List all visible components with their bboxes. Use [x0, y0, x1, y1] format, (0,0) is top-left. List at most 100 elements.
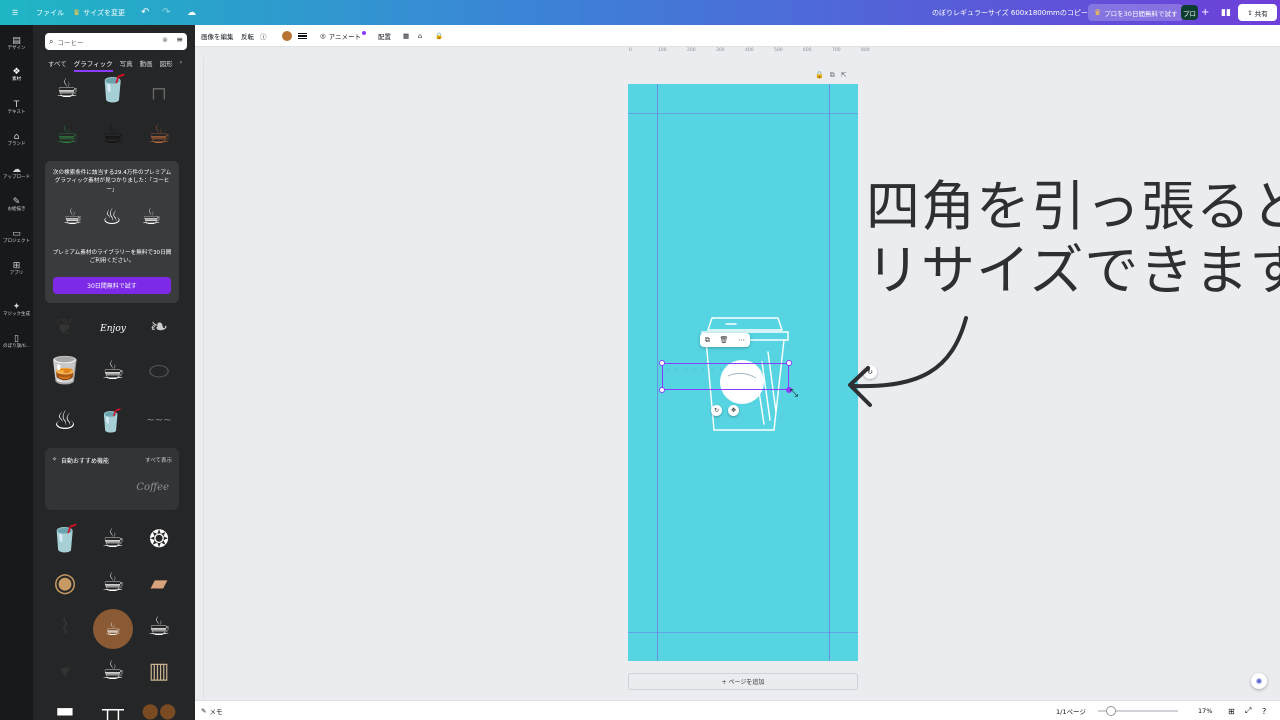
rotate-handle-icon[interactable]: ↻	[711, 405, 722, 416]
beans-pile-graphic[interactable]: ●●	[137, 695, 181, 720]
black-cup-graphic[interactable]: ☕	[91, 115, 135, 155]
espresso-graphic[interactable]: ▾	[45, 651, 85, 691]
lock-icon[interactable]: 🔒	[815, 71, 824, 80]
file-menu[interactable]: ファイル	[36, 0, 64, 25]
cup-on-plate-graphic[interactable]: ☕	[137, 607, 181, 647]
coffee-pour-graphic[interactable]: ⌇	[45, 607, 85, 647]
share-button[interactable]: ⇪ 共有	[1238, 4, 1277, 21]
coffee-circle-graphic[interactable]: ☕	[91, 607, 135, 651]
rail-item-design[interactable]: ▤ デザイン	[0, 31, 33, 57]
coffee-bean-graphic[interactable]: ⬭	[137, 351, 181, 391]
position-button[interactable]: 配置	[378, 25, 391, 47]
search-input[interactable]: ⌕ コーヒー ⊗ ≡	[45, 33, 187, 50]
guide-line	[628, 113, 858, 114]
coffee-branch-graphic[interactable]: ❧	[137, 307, 181, 347]
grid-view-icon[interactable]: ⊞	[1228, 701, 1235, 720]
iced-coffee-graphic[interactable]: 🥃	[45, 351, 85, 391]
zoom-knob[interactable]	[1106, 706, 1116, 716]
zoom-track	[1098, 706, 1178, 716]
zoom-slider[interactable]	[1098, 701, 1178, 720]
coffee-text-graphic[interactable]: ~~~	[137, 405, 181, 435]
magic-assistant-icon[interactable]: ✺	[1251, 673, 1267, 689]
coffee-plant-graphic[interactable]: ❦	[45, 307, 85, 347]
rail-item-apps[interactable]: ⊞ アプリ	[0, 256, 33, 282]
rail-item-draw[interactable]: ✎ お絵描き	[0, 192, 33, 218]
selection-box[interactable]	[662, 363, 789, 390]
tab-all[interactable]: すべて	[48, 58, 67, 72]
tab-photos[interactable]: 写真	[120, 58, 133, 72]
filter-icon[interactable]: ≡	[176, 35, 183, 44]
rail-item-magic[interactable]: ✦ マジック生成	[0, 297, 33, 323]
transparency-icon[interactable]: ▦	[403, 25, 409, 47]
document-title[interactable]: のぼりレギュラーサイズ 600x1800mmのコピー	[932, 0, 1088, 25]
lock-icon[interactable]: 🔒	[435, 25, 443, 47]
move-handle-icon[interactable]: ✥	[728, 405, 739, 416]
resize-handle-top-left[interactable]	[659, 360, 665, 366]
rail-item-elements[interactable]: ❖ 素材	[0, 62, 33, 88]
add-collaborator-icon[interactable]: +	[1201, 0, 1209, 25]
more-options-icon[interactable]: ⋯	[738, 336, 745, 344]
latte-top-graphic[interactable]: ◉	[45, 563, 85, 603]
insights-icon[interactable]: ▮▮	[1221, 0, 1231, 25]
duplicate-icon[interactable]: ⧉	[705, 336, 710, 345]
animate-button[interactable]: ◎ アニメート	[320, 25, 367, 47]
green-mug-graphic[interactable]: ☕	[45, 115, 89, 155]
menu-icon[interactable]: ☰	[12, 0, 18, 25]
coffee-cookies-graphic[interactable]: ☕	[91, 651, 135, 691]
duplicate-page-icon[interactable]: ⧉	[830, 71, 835, 80]
help-icon[interactable]: ?	[1262, 701, 1266, 720]
color-picker[interactable]	[282, 25, 292, 47]
chevron-right-icon[interactable]: ›	[180, 58, 183, 72]
white-cup-graphic[interactable]: ☕	[91, 351, 135, 391]
sign-graphic[interactable]: ┬┬	[91, 695, 135, 720]
zoom-level[interactable]: 17%	[1198, 701, 1212, 720]
rail-item-text[interactable]: T テキスト	[0, 95, 33, 121]
takeaway-cup-graphic[interactable]: 🥤	[45, 519, 85, 559]
tab-graphics[interactable]: グラフィック	[73, 58, 113, 72]
coffee-script-graphic[interactable]: Coffee	[136, 482, 169, 493]
coffee-set-graphic[interactable]: ☕	[91, 563, 135, 603]
tab-videos[interactable]: 動画	[140, 58, 153, 72]
coffee-bag-graphic[interactable]: ▥	[137, 651, 181, 691]
delete-icon[interactable]: 🗑	[720, 336, 729, 344]
line-style-icon[interactable]	[298, 25, 307, 47]
ruler-tick: 500	[774, 48, 783, 53]
rail-item-banner[interactable]: ▯ のぼり旗/ti...	[0, 329, 33, 355]
iced-latte-graphic[interactable]: 🥤	[91, 399, 131, 443]
coffee-beans-graphic[interactable]: ❂	[137, 519, 181, 559]
pro-trial-button[interactable]: ♛ プロを30日間無料で試す	[1088, 4, 1184, 21]
undo-icon[interactable]: ↶	[141, 0, 149, 25]
redo-icon[interactable]: ↷	[162, 0, 170, 25]
cup-saucer-graphic[interactable]: ☕	[91, 519, 135, 559]
info-icon[interactable]: ⓘ	[260, 25, 267, 47]
page-count[interactable]: 1/1ページ	[1056, 701, 1086, 720]
add-page-button[interactable]: + ページを追加	[628, 673, 858, 690]
enjoy-coffee-graphic[interactable]: Enjoy	[91, 307, 135, 351]
clear-icon[interactable]: ⊗	[162, 36, 168, 44]
resize-handle-bottom-left[interactable]	[659, 387, 665, 393]
outline-cup-graphic[interactable]: ☕	[137, 115, 181, 155]
steaming-cup-graphic[interactable]: ♨	[45, 399, 85, 443]
style-copy-icon[interactable]: ⌂	[418, 25, 422, 47]
add-page-icon[interactable]: ⇱	[841, 71, 847, 80]
resize-handle-top-right[interactable]	[786, 360, 792, 366]
edit-image-button[interactable]: 画像を編集	[201, 25, 234, 47]
tab-shapes[interactable]: 図形	[160, 58, 173, 72]
coffee-shop-graphic[interactable]: ┌┐	[137, 71, 181, 107]
rail-item-upload[interactable]: ☁ アップロード	[0, 160, 33, 186]
tiramisu-graphic[interactable]: ▰	[137, 563, 181, 603]
flip-button[interactable]: 反転	[241, 25, 254, 47]
see-all-link[interactable]: すべて表示	[145, 456, 172, 464]
green-cup-graphic[interactable]: ▬	[45, 695, 85, 720]
rail-item-brand[interactable]: ⌂ ブランド	[0, 127, 33, 153]
notes-button[interactable]: ✎ メモ	[201, 701, 222, 720]
fullscreen-icon[interactable]: ⤢	[1245, 701, 1251, 720]
rail-label: 素材	[12, 76, 21, 82]
coffee-cup-line-graphic[interactable]: 🥤	[93, 71, 133, 107]
resize-button[interactable]: ♛ サイズを変更	[73, 0, 125, 25]
free-trial-button[interactable]: 30日間無料で試す	[53, 277, 171, 294]
cloud-sync-icon[interactable]: ☁	[187, 0, 196, 25]
coffee-cup-graphic[interactable]: ☕	[45, 71, 89, 107]
avatar[interactable]: プロ	[1181, 5, 1198, 20]
rail-item-projects[interactable]: ▭ プロジェクト	[0, 224, 33, 250]
